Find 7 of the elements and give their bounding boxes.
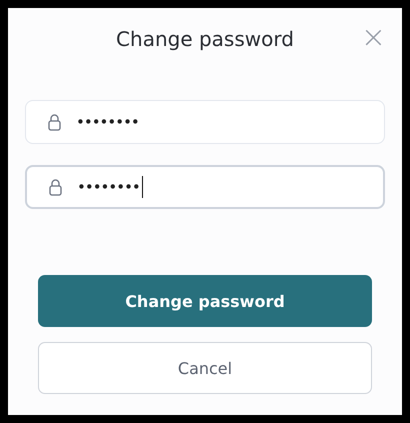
- cancel-button[interactable]: Cancel: [38, 342, 372, 394]
- lock-icon: [48, 114, 61, 130]
- lock-icon: [49, 178, 62, 196]
- change-password-button[interactable]: Change password: [38, 275, 372, 327]
- password-field[interactable]: ••••••••: [25, 100, 385, 144]
- dialog-title: Change password: [116, 28, 294, 50]
- password-field[interactable]: ••••••••: [25, 165, 385, 209]
